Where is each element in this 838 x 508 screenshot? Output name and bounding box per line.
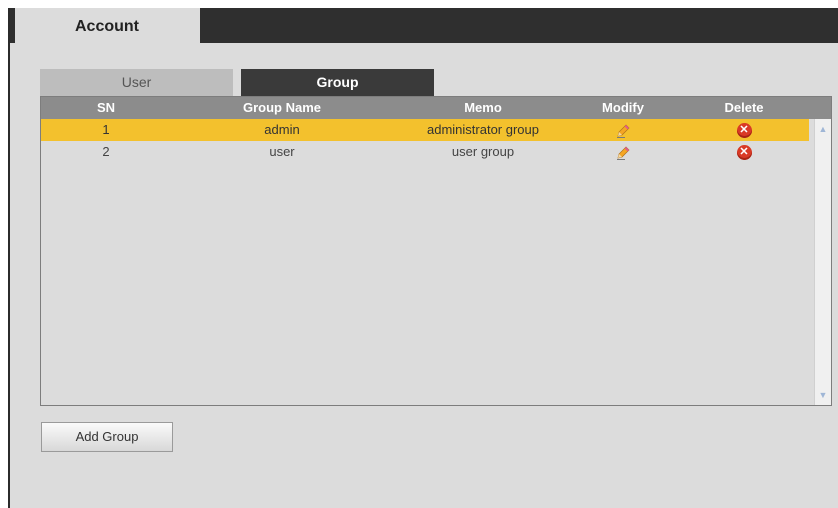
subtab-bar: User Group <box>40 69 434 96</box>
pencil-icon[interactable] <box>615 123 631 139</box>
arrow-up-icon[interactable]: ▲ <box>816 122 830 136</box>
row-memo: administrator group <box>427 122 539 137</box>
column-header-delete: Delete <box>724 100 764 115</box>
subtab-group[interactable]: Group <box>241 69 434 96</box>
table-row[interactable]: 1 admin administrator group ✕ <box>41 119 809 141</box>
arrow-down-icon[interactable]: ▼ <box>816 388 830 402</box>
table-header: SN Group Name Memo Modify Delete <box>41 97 831 119</box>
column-header-memo: Memo <box>464 100 502 115</box>
add-group-button[interactable]: Add Group <box>41 422 173 452</box>
delete-x-icon[interactable]: ✕ <box>736 145 752 161</box>
pencil-icon[interactable] <box>615 145 631 161</box>
column-header-sn: SN <box>96 100 116 115</box>
row-group-name: user <box>269 144 295 159</box>
row-sn: 1 <box>102 122 110 137</box>
table-row[interactable]: 2 user user group ✕ <box>41 141 809 163</box>
modify-button[interactable] <box>573 119 673 141</box>
row-memo: user group <box>451 144 515 159</box>
column-header-group-name: Group Name <box>242 100 321 115</box>
row-group-name: admin <box>264 122 300 137</box>
modify-button[interactable] <box>573 141 673 163</box>
account-panel: Account User Group SN Group Name Memo Mo… <box>8 8 838 508</box>
tab-account[interactable]: Account <box>15 8 200 43</box>
delete-button[interactable]: ✕ <box>673 119 815 141</box>
group-table: SN Group Name Memo Modify Delete 1 admin… <box>40 96 832 406</box>
delete-x-icon[interactable]: ✕ <box>736 123 752 139</box>
row-sn: 2 <box>102 144 110 159</box>
column-header-modify: Modify <box>602 100 644 115</box>
vertical-scrollbar[interactable]: ▲ ▼ <box>814 119 831 405</box>
delete-button[interactable]: ✕ <box>673 141 815 163</box>
subtab-user[interactable]: User <box>40 69 233 96</box>
